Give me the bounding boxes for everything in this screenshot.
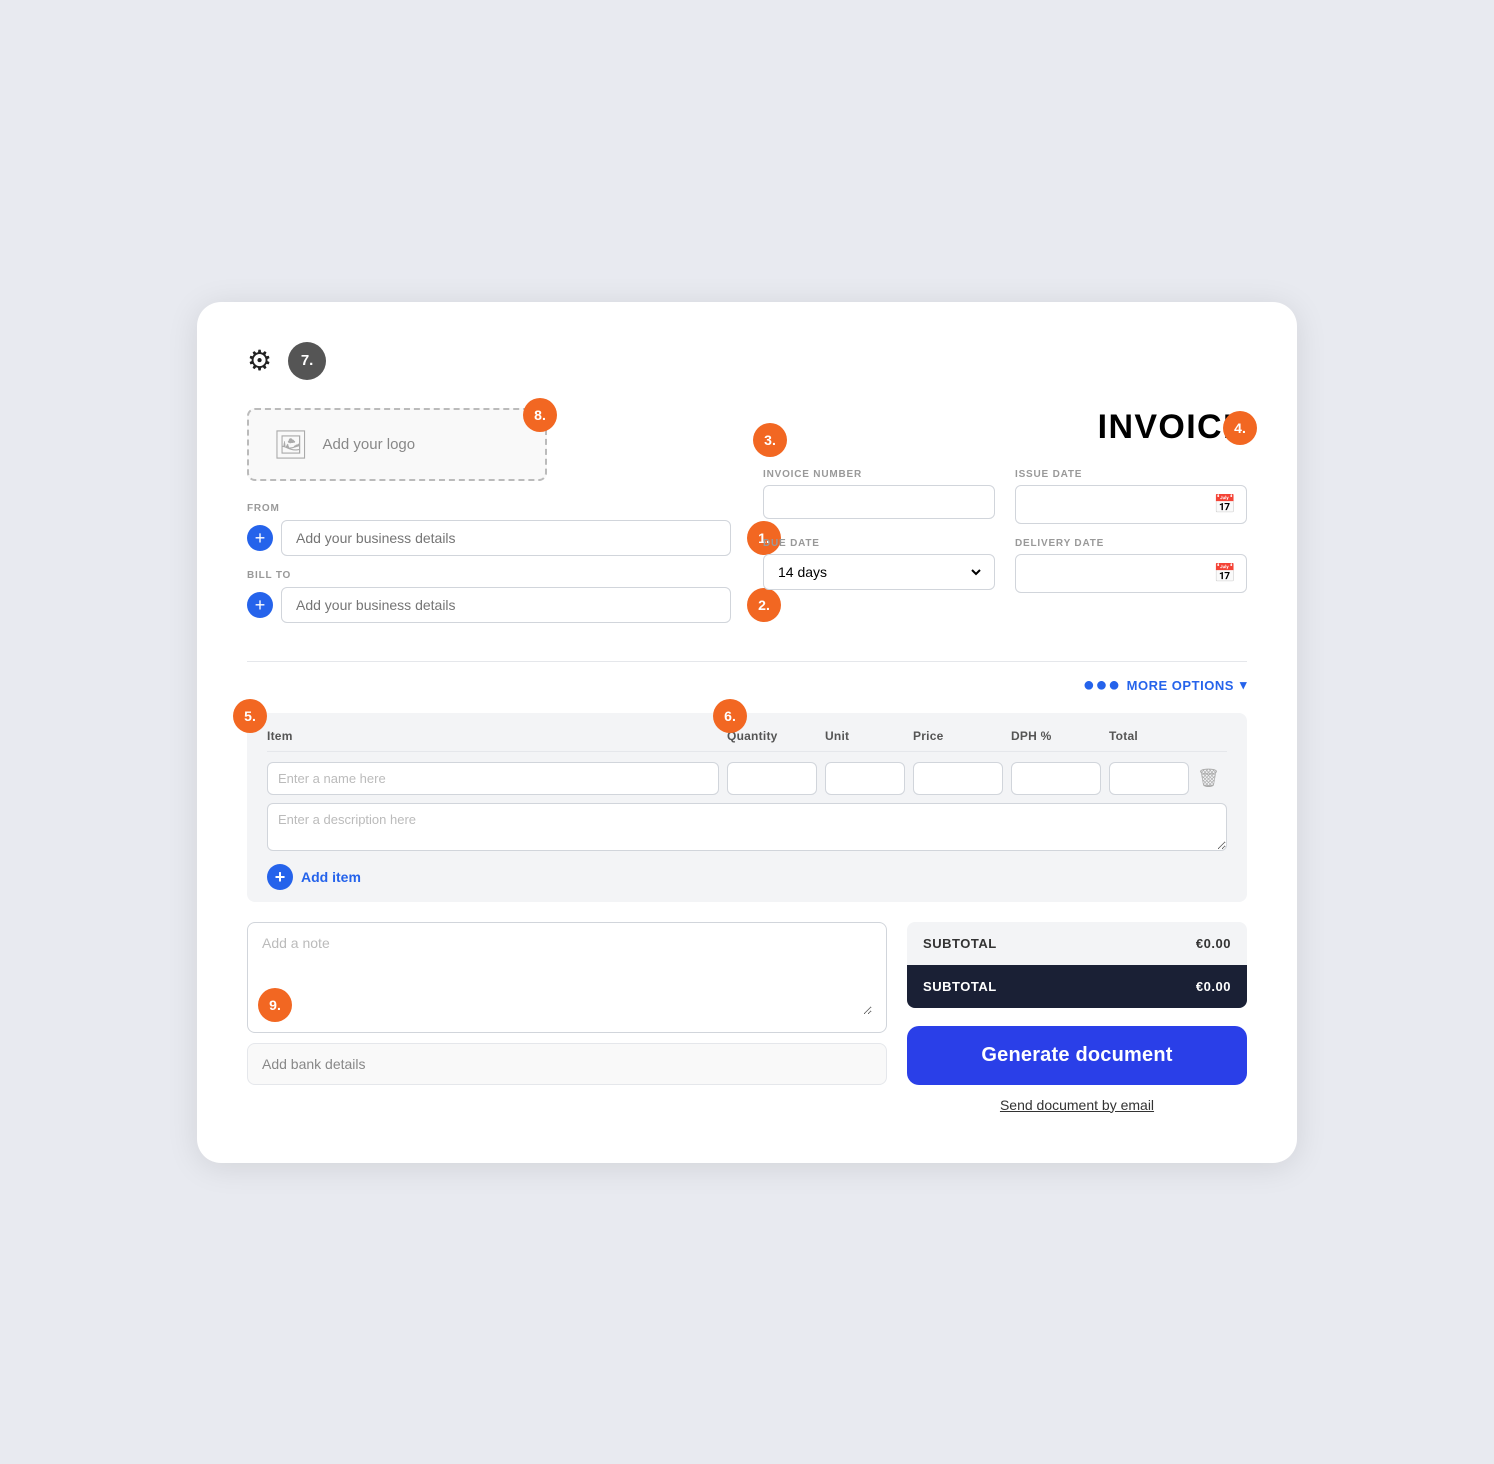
more-options-button[interactable]: ●●● MORE OPTIONS ▾: [1083, 674, 1247, 697]
delivery-date-label: DELIVERY DATE: [1015, 538, 1247, 549]
subtotal2-value: €0.00: [1196, 979, 1231, 994]
col-dph-header: DPH %: [1011, 729, 1101, 743]
divider: [247, 661, 1247, 662]
logo-text: Add your logo: [323, 436, 416, 453]
due-date-field: DUE DATE 14 days 30 days 60 days: [763, 538, 995, 593]
invoice-number-field: INVOICE NUMBER 2022001: [763, 469, 995, 524]
subtotal-row: SUBTOTAL €0.00: [907, 922, 1247, 965]
delivery-date-input[interactable]: 9/13/2022: [1026, 565, 1214, 581]
delivery-date-calendar-icon[interactable]: 📅: [1214, 563, 1236, 584]
invoice-card: ⚙ 7. 🖼 Add your logo 8. FROM + 1.: [197, 302, 1297, 1163]
from-label: FROM: [247, 503, 731, 514]
bank-details[interactable]: Add bank details: [247, 1043, 887, 1085]
item-total-input[interactable]: 0.00: [1109, 762, 1189, 795]
step8-badge: 8.: [523, 398, 557, 432]
delivery-date-field: DELIVERY DATE 9/13/2022 📅: [1015, 538, 1247, 593]
item-name-input[interactable]: [267, 762, 719, 795]
left-section: 🖼 Add your logo 8. FROM + 1. BILL TO +: [247, 408, 731, 637]
step9-badge: 9.: [258, 988, 292, 1022]
more-options-icon: ●●●: [1083, 674, 1121, 697]
issue-date-label: ISSUE DATE: [1015, 469, 1247, 480]
notes-input[interactable]: [262, 935, 872, 1015]
step4-badge: 4.: [1223, 411, 1257, 445]
item-unit-input[interactable]: [825, 762, 905, 795]
image-placeholder-icon: 🖼: [273, 428, 309, 461]
col-quantity-header: Quantity: [727, 729, 817, 743]
more-options-label: MORE OPTIONS: [1127, 678, 1234, 693]
subtotal-label: SUBTOTAL: [923, 936, 997, 951]
more-options-row: ●●● MORE OPTIONS ▾: [247, 674, 1247, 697]
date-grid: 3. 4. INVOICE NUMBER 2022001 ISSUE DATE …: [763, 469, 1247, 593]
delete-item-button[interactable]: 🗑: [1197, 768, 1227, 789]
item-quantity-input[interactable]: 1: [727, 762, 817, 795]
step5-badge: 5.: [233, 699, 267, 733]
step7-badge: 7.: [288, 342, 326, 380]
toolbar: ⚙ 7.: [247, 342, 1247, 380]
main-layout: 🖼 Add your logo 8. FROM + 1. BILL TO +: [247, 408, 1247, 637]
step3-badge: 3.: [753, 423, 787, 457]
items-section: 5. 6. Item Quantity Unit Price DPH % Tot…: [247, 713, 1247, 902]
generate-document-button[interactable]: Generate document: [907, 1026, 1247, 1085]
due-date-label: DUE DATE: [763, 538, 995, 549]
from-row: + 1.: [247, 520, 731, 556]
delivery-date-wrap: 9/13/2022 📅: [1015, 554, 1247, 593]
issue-date-wrap: 9/13/2022 📅: [1015, 485, 1247, 524]
add-item-button[interactable]: + Add item: [267, 864, 361, 890]
invoice-number-wrap: 2022001: [763, 485, 995, 519]
add-from-button[interactable]: +: [247, 525, 273, 551]
step6-badge: 6.: [713, 699, 747, 733]
col-price-header: Price: [913, 729, 1003, 743]
table-row: 1 0.00 20.00 0.00 🗑: [267, 762, 1227, 795]
bottom-layout: 9. Add bank details SUBTOTAL €0.00 SUBTO…: [247, 922, 1247, 1113]
step2-badge: 2.: [747, 588, 781, 622]
notes-area: 9.: [247, 922, 887, 1033]
item-description-input[interactable]: [267, 803, 1227, 851]
add-bill-button[interactable]: +: [247, 592, 273, 618]
item-description-row: [267, 803, 1227, 856]
from-input[interactable]: [281, 520, 731, 556]
col-item-header: Item: [267, 729, 719, 743]
bill-input[interactable]: [281, 587, 731, 623]
due-date-select[interactable]: 14 days 30 days 60 days: [774, 563, 984, 581]
from-section: FROM + 1.: [247, 503, 731, 556]
gear-icon[interactable]: ⚙: [247, 344, 272, 377]
col-unit-header: Unit: [825, 729, 905, 743]
item-dph-input[interactable]: 20.00: [1011, 762, 1101, 795]
items-header: Item Quantity Unit Price DPH % Total: [267, 729, 1227, 752]
send-email-link[interactable]: Send document by email: [907, 1097, 1247, 1113]
add-item-icon: +: [267, 864, 293, 890]
subtotal2-label: SUBTOTAL: [923, 979, 997, 994]
due-date-wrap: 14 days 30 days 60 days: [763, 554, 995, 590]
notes-section: 9. Add bank details: [247, 922, 887, 1085]
invoice-number-label: INVOICE NUMBER: [763, 469, 995, 480]
chevron-down-icon: ▾: [1240, 677, 1247, 693]
col-actions-header: [1197, 729, 1227, 743]
invoice-title: INVOICE: [763, 408, 1247, 447]
subtotal-dark-row: SUBTOTAL €0.00: [907, 965, 1247, 1008]
invoice-number-input[interactable]: 2022001: [774, 494, 984, 510]
right-section: INVOICE 3. 4. INVOICE NUMBER 2022001 ISS…: [763, 408, 1247, 593]
issue-date-input[interactable]: 9/13/2022: [1026, 496, 1214, 512]
bill-label: BILL TO: [247, 570, 731, 581]
totals-section: SUBTOTAL €0.00 SUBTOTAL €0.00 Generate d…: [907, 922, 1247, 1113]
subtotal-value: €0.00: [1196, 936, 1231, 951]
issue-date-calendar-icon[interactable]: 📅: [1214, 494, 1236, 515]
logo-area: 🖼 Add your logo 8.: [247, 408, 547, 481]
item-price-input[interactable]: 0.00: [913, 762, 1003, 795]
add-item-label: Add item: [301, 869, 361, 885]
bill-row: + 2.: [247, 587, 731, 623]
issue-date-field: ISSUE DATE 9/13/2022 📅: [1015, 469, 1247, 524]
bill-section: BILL TO + 2.: [247, 570, 731, 623]
col-total-header: Total: [1109, 729, 1189, 743]
